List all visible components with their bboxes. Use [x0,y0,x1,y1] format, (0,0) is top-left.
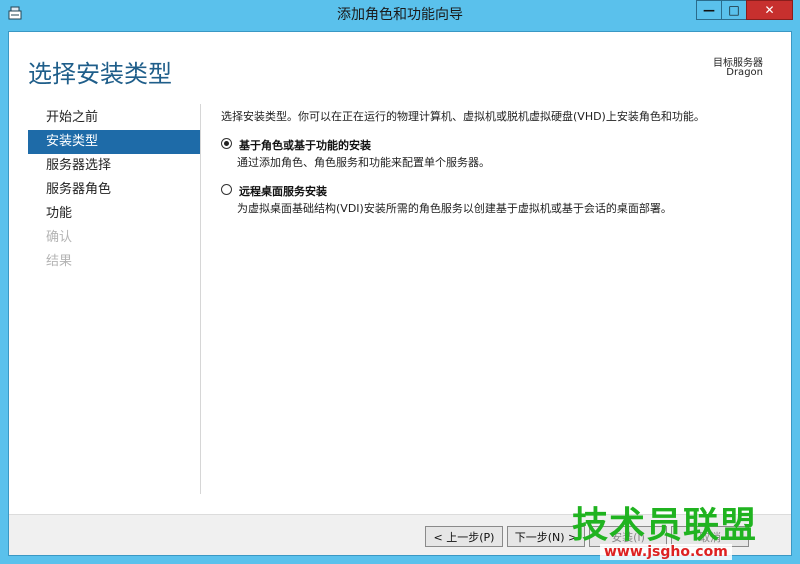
nav-item-server-selection[interactable]: 服务器选择 [28,154,200,178]
watermark: 技术员联盟 www.jsgho.com [572,496,800,564]
window-title: 添加角色和功能向导 [337,7,463,23]
nav-item-installation-type[interactable]: 安装类型 [28,130,200,154]
nav-divider [200,104,201,494]
minimize-icon: — [703,3,715,17]
option-role-based-description: 通过添加角色、角色服务和功能来配置单个服务器。 [237,156,490,169]
watermark-text: 技术员联盟 [572,505,758,546]
option-remote-desktop-description: 为虚拟桌面基础结构(VDI)安装所需的角色服务以创建基于虚拟机或基于会话的桌面部… [237,202,672,215]
nav-item-results: 结果 [46,254,73,269]
wizard-nav: 开始之前 安装类型 服务器选择 服务器角色 功能 确认 结果 [28,106,200,274]
page-title: 选择安装类型 [28,60,172,88]
option-role-based-label[interactable]: 基于角色或基于功能的安装 [239,137,371,153]
title-bar[interactable]: 添加角色和功能向导 — □ ✕ [0,0,800,26]
nav-item-confirmation: 确认 [46,230,73,245]
nav-item-features[interactable]: 功能 [28,202,200,226]
maximize-icon: □ [728,3,740,17]
radio-selected-dot [224,141,229,146]
wizard-window: 添加角色和功能向导 — □ ✕ 选择安装类型 目标服务器 Dragon 开始之前… [0,0,800,564]
target-server-value: Dragon [726,67,763,78]
radio-remote-desktop[interactable] [221,184,232,195]
maximize-button[interactable]: □ [721,0,747,20]
nav-item-server-roles[interactable]: 服务器角色 [28,178,200,202]
option-remote-desktop-label[interactable]: 远程桌面服务安装 [239,183,327,199]
watermark-url: www.jsgho.com [600,544,732,560]
previous-button[interactable]: < 上一步(P) [425,526,503,547]
intro-text: 选择安装类型。你可以在正在运行的物理计算机、虚拟机或脱机虚拟硬盘(VHD)上安装… [221,110,705,123]
nav-item-before-you-begin[interactable]: 开始之前 [28,106,200,130]
radio-role-based[interactable] [221,138,232,149]
content-pane: 选择安装类型。你可以在正在运行的物理计算机、虚拟机或脱机虚拟硬盘(VHD)上安装… [221,108,781,215]
wizard-body: 选择安装类型 目标服务器 Dragon 开始之前 安装类型 服务器选择 服务器角… [8,31,792,556]
close-icon: ✕ [764,3,775,17]
close-button[interactable]: ✕ [746,0,793,20]
minimize-button[interactable]: — [696,0,722,20]
